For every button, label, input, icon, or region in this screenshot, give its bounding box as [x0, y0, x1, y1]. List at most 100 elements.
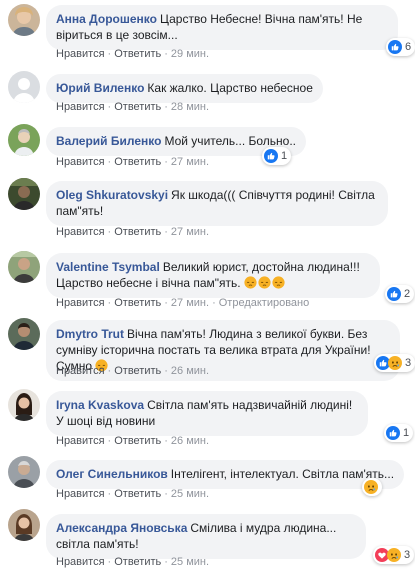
reaction-count: 1 — [281, 150, 288, 162]
like-icon — [387, 287, 401, 301]
separator: · — [107, 226, 112, 238]
comment-time[interactable]: 25 мин. — [171, 556, 209, 568]
separator: · — [164, 435, 168, 447]
comment-time[interactable]: 27 мин. — [171, 226, 209, 238]
reaction-count: 3 — [405, 357, 412, 369]
comment-time[interactable]: 26 мин. — [171, 365, 209, 377]
sad-icon — [387, 548, 401, 562]
like-link[interactable]: Нравится — [56, 297, 105, 309]
pensive-emoji — [258, 276, 272, 290]
comment-time[interactable]: 27 мин. — [171, 297, 209, 309]
like-link[interactable]: Нравится — [56, 556, 105, 568]
reply-link[interactable]: Ответить — [114, 48, 161, 60]
comment-actions: Нравится · Ответить · 29 мин. — [56, 47, 209, 61]
reply-link[interactable]: Ответить — [114, 435, 161, 447]
avatar[interactable] — [8, 509, 40, 541]
reaction-summary[interactable] — [362, 478, 382, 496]
comment-author[interactable]: Dmytro Trut — [56, 327, 124, 341]
comment-bubble: Александра Яновська Смілива і мудра людин… — [46, 514, 366, 559]
separator: · — [107, 556, 112, 568]
comment-actions: Нравится · Ответить · 25 мин. — [56, 487, 209, 501]
separator: · — [164, 365, 168, 377]
avatar[interactable] — [8, 251, 40, 283]
pensive-emoji — [244, 276, 258, 290]
like-link[interactable]: Нравится — [56, 435, 105, 447]
comment-time[interactable]: 28 мин. — [171, 101, 209, 113]
comment-author[interactable]: Юрий Виленко — [56, 81, 144, 95]
like-link[interactable]: Нравится — [56, 48, 105, 60]
comment-actions: Нравится · Ответить · 25 мин. — [56, 555, 209, 569]
separator: · — [164, 226, 168, 238]
separator: · — [107, 435, 112, 447]
edited-label[interactable]: Отредактировано — [219, 297, 310, 309]
separator: · — [107, 48, 112, 60]
comment-bubble: Valentine Tsymbal Великий юрист, достойна… — [46, 253, 380, 298]
comment-author[interactable]: Олег Синельников — [56, 467, 168, 481]
avatar[interactable] — [8, 71, 40, 103]
comment-author[interactable]: Oleg Shkuratovskyi — [56, 188, 168, 202]
pensive-emoji — [272, 276, 286, 290]
avatar[interactable] — [8, 4, 40, 36]
reaction-count: 1 — [403, 427, 410, 439]
comment-bubble: Анна Дорошенко Царство Небесне! Вічна пам… — [46, 5, 398, 50]
comment-actions: Нравится · Ответить · 28 мин. — [56, 100, 209, 114]
comment-actions: Нравится · Ответить · 27 мин. · Отредактирован… — [56, 296, 309, 310]
separator: · — [107, 488, 112, 500]
reaction-summary[interactable]: 6 — [386, 38, 415, 56]
comment-author[interactable]: Анна Дорошенко — [56, 12, 157, 26]
comment-author[interactable]: Валерий Биленко — [56, 134, 161, 148]
reaction-summary[interactable]: 3 — [373, 546, 415, 564]
avatar[interactable] — [8, 178, 40, 210]
reaction-summary[interactable]: 2 — [385, 285, 415, 303]
reaction-summary[interactable]: 3 — [374, 354, 415, 372]
comment-bubble: Юрий Виленко Как жалко. Царство небесное — [46, 74, 323, 103]
comment-actions: Нравится · Ответить · 26 мин. — [56, 364, 209, 378]
comment-text: Інтелігент, інтелектуал. Світла пам'ять.… — [170, 467, 395, 481]
separator: · — [164, 101, 168, 113]
comment-time[interactable]: 25 мин. — [171, 488, 209, 500]
reply-link[interactable]: Ответить — [114, 101, 161, 113]
reply-link[interactable]: Ответить — [114, 156, 161, 168]
like-link[interactable]: Нравится — [56, 226, 105, 238]
comment-actions: Нравится · Ответить · 27 мин. — [56, 155, 209, 169]
like-icon — [264, 149, 278, 163]
reply-link[interactable]: Ответить — [114, 297, 161, 309]
comment-bubble: Олег Синельников Інтелігент, інтелектуал.… — [46, 460, 405, 489]
comment-actions: Нравится · Ответить · 26 мин. — [56, 434, 209, 448]
separator: · — [212, 297, 216, 309]
avatar[interactable] — [8, 318, 40, 350]
comment-bubble: Oleg Shkuratovskyi Як шкода((( Співчуття … — [46, 181, 388, 226]
like-link[interactable]: Нравится — [56, 101, 105, 113]
separator: · — [164, 556, 168, 568]
separator: · — [107, 297, 112, 309]
like-icon — [388, 40, 402, 54]
avatar[interactable] — [8, 124, 40, 156]
separator: · — [107, 365, 112, 377]
comment-time[interactable]: 29 мин. — [171, 48, 209, 60]
sad-icon — [364, 480, 378, 494]
like-icon — [386, 426, 400, 440]
reply-link[interactable]: Ответить — [114, 488, 161, 500]
reply-link[interactable]: Ответить — [114, 365, 161, 377]
comment-bubble: Iryna Kvaskova Світла пам'ять надзвичайні… — [46, 391, 368, 436]
comment-text: Мой учитель... Больно.. — [164, 134, 296, 148]
like-link[interactable]: Нравится — [56, 156, 105, 168]
like-link[interactable]: Нравится — [56, 365, 105, 377]
sad-icon — [388, 356, 402, 370]
comment-author[interactable]: Iryna Kvaskova — [56, 398, 144, 412]
comment-time[interactable]: 26 мин. — [171, 435, 209, 447]
reply-link[interactable]: Ответить — [114, 556, 161, 568]
separator: · — [164, 48, 168, 60]
comment-time[interactable]: 27 мин. — [171, 156, 209, 168]
comment-author[interactable]: Александра Яновська — [56, 521, 187, 535]
reaction-count: 2 — [404, 288, 411, 300]
reaction-summary[interactable]: 1 — [262, 147, 292, 165]
avatar[interactable] — [8, 389, 40, 421]
separator: · — [164, 488, 168, 500]
comment-author[interactable]: Valentine Tsymbal — [56, 260, 160, 274]
reply-link[interactable]: Ответить — [114, 226, 161, 238]
comment-text: Как жалко. Царство небесное — [147, 81, 313, 95]
like-link[interactable]: Нравится — [56, 488, 105, 500]
reaction-summary[interactable]: 1 — [384, 424, 414, 442]
avatar[interactable] — [8, 456, 40, 488]
